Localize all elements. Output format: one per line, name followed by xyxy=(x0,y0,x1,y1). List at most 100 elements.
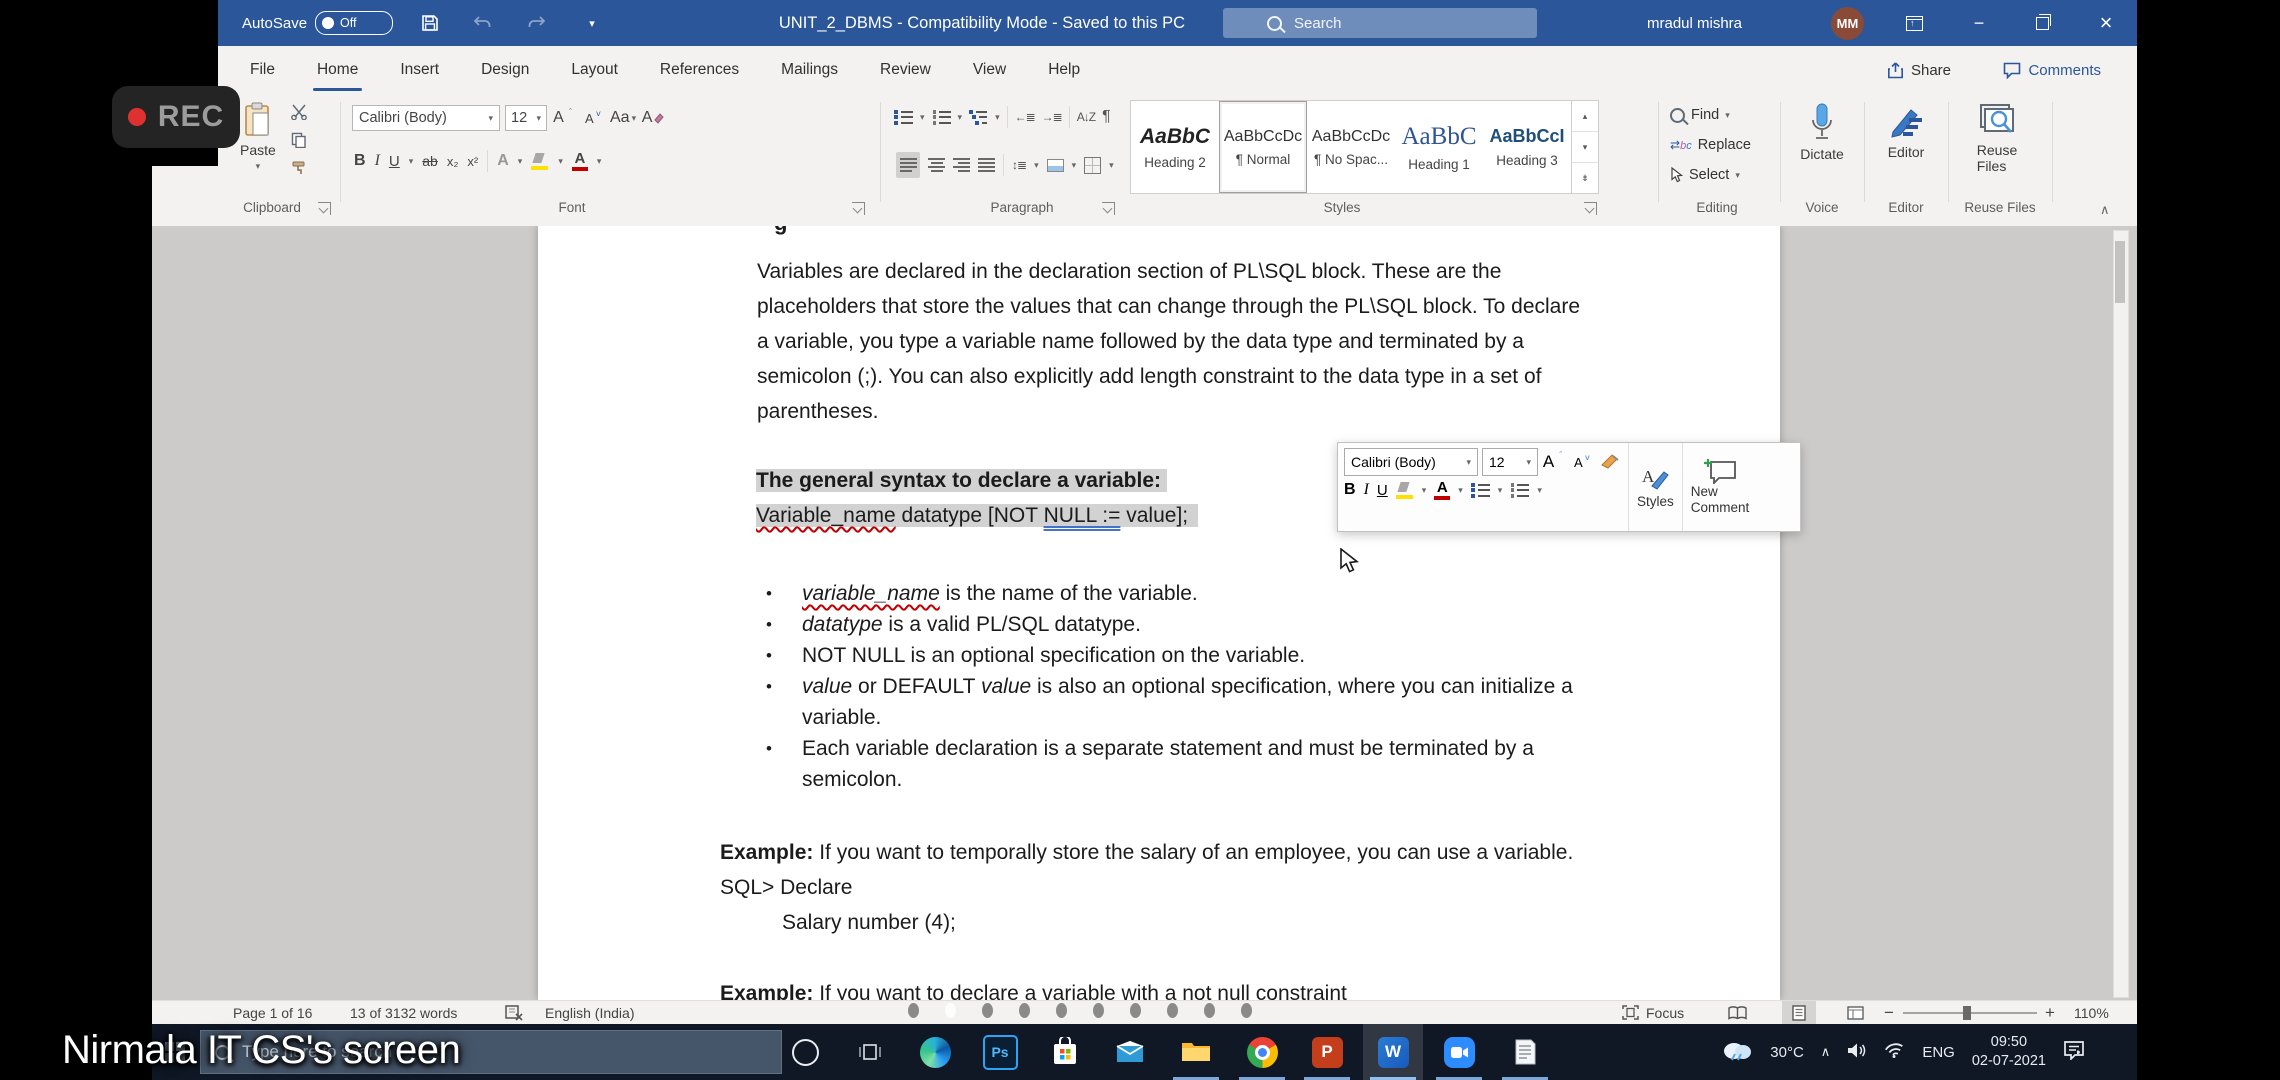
superscript-button[interactable]: x² xyxy=(467,154,478,169)
mini-numbering-button[interactable] xyxy=(1510,482,1530,498)
font-color-button[interactable]: A xyxy=(571,151,588,171)
restore-button[interactable] xyxy=(2020,0,2064,46)
italic-button[interactable]: I xyxy=(375,152,380,170)
ribbon-tab[interactable]: Design xyxy=(479,57,531,83)
mini-bullets-button[interactable] xyxy=(1470,482,1490,498)
font-dialog-launcher-icon[interactable] xyxy=(852,202,865,215)
autosave-toggle[interactable]: AutoSave Off xyxy=(242,0,394,46)
decrease-indent-button[interactable]: ←≣ xyxy=(1015,110,1036,124)
cortana-button[interactable] xyxy=(775,1024,835,1080)
ribbon-tab[interactable]: View xyxy=(971,57,1008,83)
collapse-ribbon-icon[interactable]: ∧ xyxy=(2100,202,2110,218)
copy-icon[interactable] xyxy=(291,132,307,153)
clock[interactable]: 09:50 02-07-2021 xyxy=(1972,1033,2046,1071)
ribbon-tab[interactable]: Mailings xyxy=(779,57,840,83)
temperature[interactable]: 30°C xyxy=(1770,1044,1804,1061)
mini-styles-button[interactable]: A Styles xyxy=(1628,443,1682,531)
text-effects-button[interactable]: A xyxy=(497,153,509,169)
word-icon[interactable]: W xyxy=(1363,1024,1423,1080)
document-page[interactable]: g Variables are declared in the declarat… xyxy=(538,226,1780,1000)
paste-button[interactable]: Paste ▾ xyxy=(240,102,276,171)
mini-font-color-button[interactable]: A xyxy=(1434,480,1451,500)
align-left-button[interactable] xyxy=(896,152,920,178)
bold-button[interactable]: B xyxy=(354,152,366,170)
close-button[interactable]: × xyxy=(2084,0,2128,46)
grow-font-button[interactable]: A ＾ xyxy=(552,105,576,131)
underline-button[interactable]: U xyxy=(389,153,400,170)
read-mode-icon[interactable] xyxy=(1720,1001,1754,1024)
styles-scroll-up-icon[interactable]: ▴ xyxy=(1572,101,1598,132)
comments-button[interactable]: Comments xyxy=(2003,46,2101,94)
style-card[interactable]: AaBbCcDc ¶ Normal xyxy=(1219,101,1307,193)
redo-icon[interactable] xyxy=(517,0,557,46)
find-button[interactable]: Find ▾ xyxy=(1670,100,1751,130)
replace-button[interactable]: ⇄bc Replace xyxy=(1670,130,1751,160)
cut-icon[interactable] xyxy=(290,104,308,125)
show-marks-button[interactable]: ¶ xyxy=(1102,108,1111,126)
change-case-button[interactable]: Aa ▾ xyxy=(610,105,636,131)
vertical-scrollbar[interactable] xyxy=(2113,230,2129,998)
chrome-icon[interactable] xyxy=(1232,1024,1292,1080)
zoom-slider[interactable] xyxy=(1903,1006,2037,1020)
editor-button[interactable]: Editor xyxy=(1874,102,1938,160)
bullets-button[interactable] xyxy=(894,109,913,125)
proofing-errors-icon[interactable] xyxy=(504,1001,524,1024)
undo-icon[interactable] xyxy=(462,0,502,46)
style-card[interactable]: AaBbC Heading 2 xyxy=(1131,101,1219,193)
zoom-in-button[interactable]: + xyxy=(2045,1001,2055,1024)
styles-dialog-launcher-icon[interactable] xyxy=(1584,202,1597,215)
subscript-button[interactable]: x₂ xyxy=(447,154,459,169)
tray-expand-icon[interactable]: ∧ xyxy=(1821,1044,1831,1060)
save-icon[interactable] xyxy=(410,0,450,46)
styles-gallery-expand-icon[interactable]: ⇟ xyxy=(1572,163,1598,193)
web-layout-icon[interactable] xyxy=(1838,1001,1872,1024)
justify-button[interactable] xyxy=(978,158,995,172)
font-name-select[interactable]: Calibri (Body) ▾ xyxy=(352,105,500,131)
titlebar-search-input[interactable]: Search xyxy=(1223,8,1537,38)
highlight-color-button[interactable] xyxy=(531,152,549,170)
autosave-pill[interactable]: Off xyxy=(315,11,394,35)
edge-icon[interactable] xyxy=(905,1024,965,1080)
word-count[interactable]: 13 of 3132 words xyxy=(350,1001,457,1024)
speaker-icon[interactable] xyxy=(1847,1042,1867,1063)
action-center-icon[interactable] xyxy=(2063,1040,2085,1064)
mini-underline-button[interactable]: U xyxy=(1377,482,1388,499)
shrink-font-button[interactable]: A ˅ xyxy=(581,105,605,131)
increase-indent-button[interactable]: →≣ xyxy=(1042,110,1063,124)
print-layout-icon[interactable] xyxy=(1782,1001,1816,1024)
ribbon-tab[interactable]: Insert xyxy=(398,57,441,83)
borders-button[interactable] xyxy=(1084,156,1102,174)
mini-highlight-button[interactable] xyxy=(1395,481,1414,499)
multilevel-list-button[interactable] xyxy=(969,109,989,125)
ribbon-tab[interactable]: Home xyxy=(312,57,363,91)
ribbon-tab[interactable]: Help xyxy=(1046,57,1082,83)
clipboard-dialog-launcher-icon[interactable] xyxy=(318,202,331,215)
mini-bold-button[interactable]: B xyxy=(1344,481,1356,499)
paragraph-dialog-launcher-icon[interactable] xyxy=(1102,202,1115,215)
font-size-select[interactable]: 12 ▾ xyxy=(505,105,547,131)
minimize-button[interactable]: − xyxy=(1957,0,2001,46)
mini-shrink-font-button[interactable]: A ˅ xyxy=(1570,449,1594,475)
align-right-button[interactable] xyxy=(953,158,970,172)
mini-format-painter-icon[interactable] xyxy=(1598,449,1622,475)
task-view-button[interactable] xyxy=(840,1024,900,1080)
ribbon-tab[interactable]: References xyxy=(658,57,741,83)
ribbon-tab[interactable]: Review xyxy=(878,57,933,83)
mini-font-size-select[interactable]: 12 ▾ xyxy=(1482,448,1538,476)
align-center-button[interactable] xyxy=(928,158,945,172)
language-tray[interactable]: ENG xyxy=(1922,1044,1955,1061)
avatar[interactable]: MM xyxy=(1831,7,1864,40)
styles-scroll-down-icon[interactable]: ▾ xyxy=(1572,132,1598,163)
mini-italic-button[interactable]: I xyxy=(1364,481,1369,499)
mail-icon[interactable] xyxy=(1100,1024,1160,1080)
photoshop-icon[interactable]: Ps xyxy=(970,1024,1030,1080)
select-button[interactable]: Select ▾ xyxy=(1670,160,1751,190)
zoom-level[interactable]: 110% xyxy=(2074,1001,2109,1024)
ribbon-tab[interactable]: Layout xyxy=(569,57,620,83)
strikethrough-button[interactable]: ab xyxy=(422,153,438,169)
zoom-slider-thumb[interactable] xyxy=(1963,1006,1971,1020)
numbering-button[interactable] xyxy=(931,109,951,125)
mini-new-comment-button[interactable]: New Comment xyxy=(1681,443,1758,531)
microsoft-store-icon[interactable] xyxy=(1035,1024,1095,1080)
line-spacing-button[interactable]: ↕≣ xyxy=(1012,158,1027,172)
